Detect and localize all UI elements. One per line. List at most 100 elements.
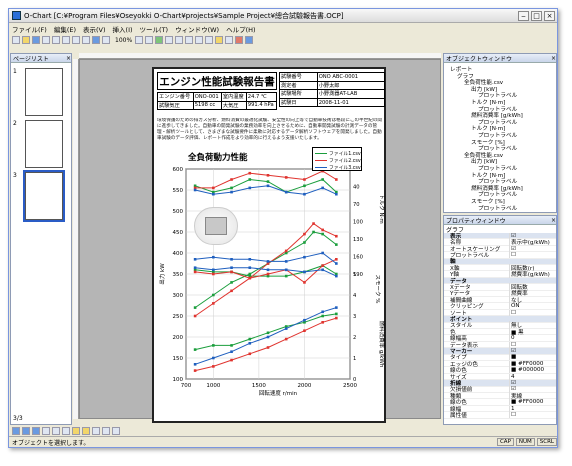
cut-icon[interactable] — [62, 36, 70, 44]
menu-item[interactable]: ウィンドウ(W) — [175, 24, 219, 34]
open-folder-icon[interactable] — [22, 36, 30, 44]
maximize-button[interactable]: □ — [531, 10, 542, 21]
property-value[interactable]: ☑ — [508, 347, 556, 354]
tree-item[interactable]: プロットラベル — [478, 204, 517, 212]
ellipse-icon[interactable] — [195, 36, 204, 44]
property-value[interactable]: ☐ — [508, 251, 556, 258]
page-thumbnail-3[interactable] — [23, 170, 65, 222]
close-icon[interactable]: × — [551, 55, 556, 62]
grid-icon[interactable] — [112, 427, 120, 435]
data-point — [303, 281, 306, 284]
property-value[interactable]: ON — [508, 303, 556, 310]
property-value[interactable]: ■ #FF0000 — [508, 399, 556, 406]
line-color-icon[interactable] — [235, 36, 244, 44]
chart-insert-icon[interactable] — [155, 36, 164, 44]
property-value[interactable]: 0 — [508, 335, 556, 342]
y-tick-label: 600 — [173, 167, 184, 173]
pages-panel: ページリスト × 1 2 3 3/3 — [10, 53, 72, 425]
object-window: オブジェクトウィンドウ × レポート グラフ 全負荷性能.csv 出力 [kW] プロット… — [443, 53, 557, 213]
bring-front-icon[interactable] — [92, 427, 100, 435]
page-indicator: 3/3 — [13, 415, 23, 422]
line-style-icon[interactable] — [225, 36, 234, 44]
x-tick-label: 700 — [181, 383, 192, 389]
data-point — [284, 327, 288, 330]
align-center-icon[interactable] — [22, 427, 30, 435]
close-icon[interactable]: × — [66, 55, 71, 62]
menu-item[interactable]: ツール(T) — [140, 24, 169, 34]
data-point — [312, 230, 315, 234]
pointer-icon[interactable] — [92, 36, 100, 44]
property-value[interactable]: ☐ — [508, 341, 556, 348]
page-thumbnail-1[interactable] — [25, 68, 63, 116]
report-page[interactable]: エンジン性能試験報告書 エンジン番号 ONO-001 室内温度 24.7 ℃ 試験気圧 5… — [152, 67, 386, 423]
save-icon[interactable] — [32, 36, 40, 44]
caps-indicator: CAP — [496, 438, 514, 446]
data-point — [212, 344, 215, 347]
data-point — [193, 314, 197, 318]
property-row[interactable]: 属性値 ☐ — [444, 411, 556, 419]
x-tick-label: 1500 — [252, 383, 266, 389]
menu-item[interactable]: 表示(V) — [83, 24, 106, 34]
num-indicator: NUM — [515, 438, 535, 446]
data-point — [212, 356, 215, 360]
copy-icon[interactable] — [72, 36, 80, 44]
paste-icon[interactable] — [82, 36, 90, 44]
right-axis-label-smoke: スモーク % — [374, 275, 381, 304]
rectangle-icon[interactable] — [185, 36, 194, 44]
page-thumbnail-2[interactable] — [25, 120, 63, 168]
property-value[interactable]: ☐ — [508, 411, 556, 418]
align-middle-icon[interactable] — [52, 427, 60, 435]
pages-panel-header: ページリスト × — [11, 54, 71, 63]
print-preview-icon[interactable] — [52, 36, 60, 44]
property-value[interactable]: ■ #000000 — [508, 367, 556, 374]
document-canvas[interactable]: エンジン性能試験報告書 エンジン番号 ONO-001 室内温度 24.7 ℃ 試験気圧 5… — [79, 59, 441, 423]
new-file-icon[interactable] — [12, 36, 20, 44]
line-icon[interactable] — [175, 36, 184, 44]
align-right-icon[interactable] — [32, 427, 40, 435]
legend-label: ファイル3.csv — [329, 166, 361, 171]
property-value[interactable]: 1 — [508, 405, 556, 412]
data-point — [284, 249, 288, 253]
info-table-left[interactable]: エンジン番号 ONO-001 室内温度 24.7 ℃ 試験気圧 5198 cc 大気圧 991… — [157, 92, 278, 111]
performance-chart[interactable]: 100150200250300350400450500550600700 1000… — [154, 147, 388, 417]
property-value[interactable]: 4 — [508, 373, 556, 380]
close-icon[interactable]: × — [551, 217, 556, 224]
data-point — [335, 274, 338, 278]
ungroup-icon[interactable] — [82, 427, 90, 435]
menu-item[interactable]: ファイル(F) — [12, 24, 47, 34]
zoom-out-icon[interactable] — [145, 36, 154, 44]
property-value[interactable]: ☑ — [508, 379, 556, 386]
print-icon[interactable] — [42, 36, 50, 44]
legend-swatch — [315, 153, 327, 154]
chart-legend: ファイル1.csv ファイル2.csv ファイル3.csv — [312, 147, 362, 171]
data-point — [284, 260, 288, 263]
minimize-button[interactable]: ‒ — [518, 10, 529, 21]
zoom-tool-icon[interactable] — [102, 36, 110, 44]
menu-item[interactable]: 挿入(I) — [113, 24, 133, 34]
align-top-icon[interactable] — [42, 427, 50, 435]
app-icon — [12, 11, 21, 20]
y-tick-label: 300 — [173, 293, 184, 299]
image-insert-icon[interactable] — [215, 36, 224, 44]
property-value[interactable]: ■ #FF0000 — [508, 360, 556, 367]
zoom-select[interactable]: 100% — [115, 37, 132, 44]
zoom-in-icon[interactable] — [135, 36, 144, 44]
data-point — [230, 190, 233, 194]
property-value[interactable]: ☐ — [508, 309, 556, 316]
close-button[interactable]: × — [544, 10, 555, 21]
property-value[interactable]: ☑ — [508, 245, 556, 252]
fill-color-icon[interactable] — [245, 36, 254, 44]
info-table-right[interactable]: 試験番号 ONO ABC-0001 測定者 小野太郎 試験場所 小野測器AT-LAB 試験日… — [279, 72, 386, 108]
data-point — [321, 178, 324, 181]
align-left-icon[interactable] — [12, 427, 20, 435]
report-title[interactable]: エンジン性能試験報告書 — [157, 72, 277, 90]
group-icon[interactable] — [72, 427, 80, 435]
menu-item[interactable]: 編集(E) — [54, 24, 76, 34]
menu-item[interactable]: ヘルプ(H) — [226, 24, 255, 34]
text-icon[interactable] — [205, 36, 214, 44]
report-description[interactable]: 環境保護のための排ガス分析、燃料消費の最適化試験、安全性の向上等で自動車技術は格… — [157, 118, 385, 143]
table-insert-icon[interactable] — [165, 36, 174, 44]
align-bottom-icon[interactable] — [62, 427, 70, 435]
send-back-icon[interactable] — [102, 427, 110, 435]
property-value[interactable]: ■ — [508, 354, 556, 361]
